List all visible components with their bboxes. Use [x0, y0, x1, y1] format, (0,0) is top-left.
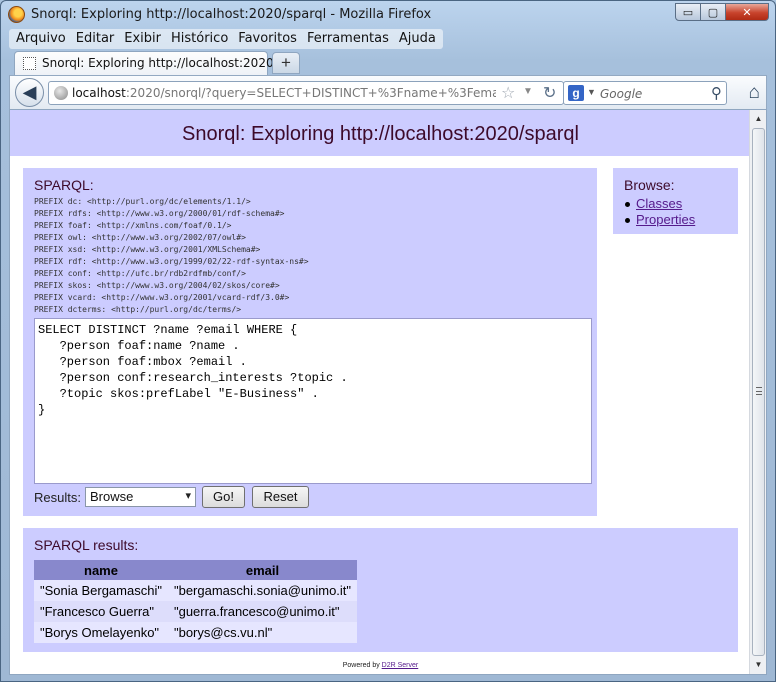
properties-link[interactable]: Properties: [636, 212, 695, 227]
footer-prefix: Powered by: [342, 662, 382, 669]
list-item: Classes: [624, 196, 695, 212]
url-path: :2020/snorql/?query=SELECT+DISTINCT+%3Fn…: [125, 86, 496, 100]
results-label: Results:: [34, 490, 81, 505]
prefix-line: PREFIX xsd: <http://www.w3.org/2001/XMLS…: [34, 245, 261, 254]
history-dropdown-icon[interactable]: ▼: [523, 86, 533, 97]
navigation-toolbar: ◀ localhost:2020/snorql/?query=SELECT+DI…: [9, 75, 767, 109]
cell-name: "Borys Omelayenko": [34, 622, 168, 643]
go-button[interactable]: Go!: [202, 486, 245, 508]
maximize-button[interactable]: ▢: [700, 3, 726, 21]
table-row: "Borys Omelayenko" "borys@cs.vu.nl": [34, 622, 358, 643]
search-engine-dropdown-icon[interactable]: ▼: [587, 87, 596, 97]
results-table: name email "Sonia Bergamaschi" "bergamas…: [34, 560, 358, 643]
prefix-line: PREFIX dc: <http://purl.org/dc/elements/…: [34, 197, 251, 206]
url-host: localhost: [72, 86, 126, 100]
table-row: "Francesco Guerra" "guerra.francesco@uni…: [34, 601, 358, 622]
title-bar: Snorql: Exploring http://localhost:2020/…: [1, 1, 775, 29]
browse-title: Browse:: [624, 177, 675, 193]
search-placeholder[interactable]: Google: [600, 87, 642, 101]
menu-ajuda[interactable]: Ajuda: [394, 29, 441, 49]
prefix-list: PREFIX dc: <http://purl.org/dc/elements/…: [34, 196, 309, 316]
menu-favoritos[interactable]: Favoritos: [233, 29, 302, 49]
table-header-row: name email: [34, 560, 358, 580]
page-header: Snorql: Exploring http://localhost:2020/…: [10, 110, 751, 156]
menu-exibir[interactable]: Exibir: [119, 29, 166, 49]
tab-label: Snorql: Exploring http://localhost:2020/…: [42, 56, 296, 70]
menu-editar[interactable]: Editar: [71, 29, 120, 49]
google-icon[interactable]: g: [568, 85, 584, 101]
scroll-up-arrow-icon[interactable]: ▲: [751, 111, 766, 127]
url-bar[interactable]: localhost:2020/snorql/?query=SELECT+DIST…: [48, 81, 564, 105]
sparql-title: SPARQL:: [34, 177, 94, 193]
results-title: SPARQL results:: [34, 537, 139, 553]
search-bar[interactable]: g ▼ Google ⚲: [563, 81, 727, 105]
minimize-button[interactable]: ▭: [675, 3, 701, 21]
url-text[interactable]: localhost:2020/snorql/?query=SELECT+DIST…: [72, 86, 496, 100]
scroll-down-arrow-icon[interactable]: ▼: [751, 657, 766, 673]
results-panel: SPARQL results: name email "Sonia Bergam…: [23, 528, 738, 652]
menu-historico[interactable]: Histórico: [166, 29, 233, 49]
query-textarea[interactable]: SELECT DISTINCT ?name ?email WHERE { ?pe…: [34, 318, 592, 484]
cell-email: "borys@cs.vu.nl": [167, 622, 358, 643]
home-icon[interactable]: ⌂: [749, 82, 760, 104]
prefix-line: PREFIX rdfs: <http://www.w3.org/2000/01/…: [34, 209, 285, 218]
vertical-scrollbar[interactable]: ▲ ▼: [749, 110, 766, 674]
page-title: Snorql: Exploring http://localhost:2020/…: [182, 123, 579, 145]
classes-link[interactable]: Classes: [636, 196, 682, 211]
cell-name: "Sonia Bergamaschi": [34, 580, 168, 601]
tab-snorql[interactable]: Snorql: Exploring http://localhost:2020/…: [14, 51, 295, 75]
cell-email: "guerra.francesco@unimo.it": [167, 601, 358, 622]
cell-name: "Francesco Guerra": [34, 601, 168, 622]
prefix-line: PREFIX skos: <http://www.w3.org/2004/02/…: [34, 281, 280, 290]
firefox-icon: [8, 6, 25, 23]
menu-bar: Arquivo Editar Exibir Histórico Favorito…: [9, 29, 443, 49]
prefix-line: PREFIX rdf: <http://www.w3.org/1999/02/2…: [34, 257, 309, 266]
back-button[interactable]: ◀: [15, 78, 44, 107]
list-item: Properties: [624, 212, 695, 228]
globe-icon: [54, 86, 68, 100]
menu-ferramentas[interactable]: Ferramentas: [302, 29, 394, 49]
page-footer: Powered by D2R Server: [10, 662, 751, 669]
tab-strip: Snorql: Exploring http://localhost:2020/…: [9, 51, 767, 75]
prefix-line: PREFIX foaf: <http://xmlns.com/foaf/0.1/…: [34, 221, 232, 230]
search-icon[interactable]: ⚲: [711, 84, 722, 102]
new-tab-button[interactable]: +: [272, 52, 300, 74]
prefix-line: PREFIX dcterms: <http://purl.org/dc/term…: [34, 305, 242, 314]
column-header-email: email: [167, 560, 358, 580]
cell-email: "bergamaschi.sonia@unimo.it": [167, 580, 358, 601]
reset-button[interactable]: Reset: [252, 486, 309, 508]
reload-icon[interactable]: ↻: [543, 83, 556, 103]
prefix-line: PREFIX vcard: <http://www.w3.org/2001/vc…: [34, 293, 290, 302]
page-icon: [23, 57, 36, 70]
scrollbar-thumb[interactable]: [752, 128, 765, 656]
sparql-panel: SPARQL: PREFIX dc: <http://purl.org/dc/e…: [23, 168, 597, 516]
menu-arquivo[interactable]: Arquivo: [11, 29, 71, 49]
table-row: "Sonia Bergamaschi" "bergamaschi.sonia@u…: [34, 580, 358, 601]
d2r-server-link[interactable]: D2R Server: [382, 662, 419, 669]
window-controls: ▭ ▢ ✕: [675, 3, 769, 21]
browser-window: Snorql: Exploring http://localhost:2020/…: [0, 0, 776, 682]
results-format-select[interactable]: Browse: [85, 487, 196, 507]
bookmark-star-icon[interactable]: ☆: [501, 83, 515, 103]
window-title: Snorql: Exploring http://localhost:2020/…: [31, 7, 432, 22]
browse-panel: Browse: Classes Properties: [613, 168, 738, 234]
prefix-line: PREFIX conf: <http://ufc.br/rdb2rdfmb/co…: [34, 269, 246, 278]
grip-icon: [756, 387, 762, 395]
close-button[interactable]: ✕: [725, 3, 769, 21]
prefix-line: PREFIX owl: <http://www.w3.org/2002/07/o…: [34, 233, 246, 242]
column-header-name: name: [34, 560, 168, 580]
browse-list: Classes Properties: [624, 196, 695, 228]
page-viewport: Snorql: Exploring http://localhost:2020/…: [9, 109, 767, 675]
snorql-page: Snorql: Exploring http://localhost:2020/…: [10, 110, 751, 674]
